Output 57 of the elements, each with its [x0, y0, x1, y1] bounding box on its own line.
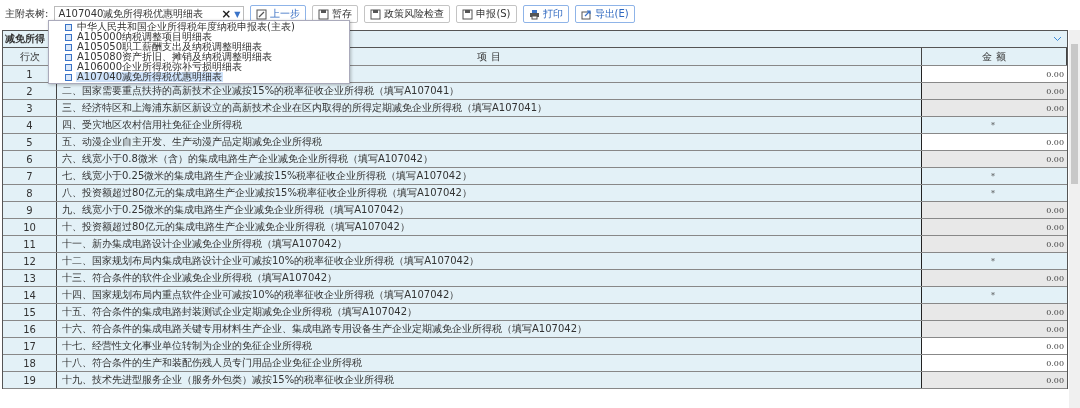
- tree-item[interactable]: A106000企业所得税弥补亏损明细表: [76, 62, 243, 72]
- toolbar-button[interactable]: 打印: [522, 5, 569, 23]
- row-number: 16: [3, 321, 57, 337]
- amount-cell: 0.00: [922, 270, 1067, 286]
- save-icon: [318, 8, 330, 20]
- row-number: 17: [3, 338, 57, 354]
- edit-icon: [256, 8, 268, 20]
- row-number: 15: [3, 304, 57, 320]
- toolbar-button[interactable]: 导出(E): [574, 5, 635, 23]
- tree-item[interactable]: A107040减免所得税优惠明细表: [76, 72, 223, 82]
- row-number: 10: [3, 219, 57, 235]
- row-number: 12: [3, 253, 57, 269]
- row-number: 4: [3, 117, 57, 133]
- row-number: 7: [3, 168, 57, 184]
- save-icon: [462, 8, 474, 20]
- column-header: 金 额: [922, 48, 1067, 65]
- caret-icon[interactable]: ▼: [234, 9, 241, 19]
- row-number: 11: [3, 236, 57, 252]
- amount-cell: 0.00: [922, 151, 1067, 167]
- amount-field[interactable]: 0.00: [922, 338, 1067, 354]
- amount-cell: 0.00: [922, 321, 1067, 337]
- tree-item[interactable]: A105000纳税调整项目明细表: [76, 32, 213, 42]
- scrollbar[interactable]: [1069, 30, 1080, 408]
- toolbar-button[interactable]: 政策风险检查: [364, 5, 451, 23]
- amount-cell: 0.00: [922, 219, 1067, 235]
- tree-item[interactable]: A105050职工薪酬支出及纳税调整明细表: [76, 42, 263, 52]
- printer-icon: [528, 8, 540, 20]
- row-number: 8: [3, 185, 57, 201]
- row-number: 5: [3, 134, 57, 150]
- amount-cell: 0.00: [922, 236, 1067, 252]
- row-number: 13: [3, 270, 57, 286]
- toolbar-button[interactable]: 申报(S): [456, 5, 517, 23]
- row-number: 18: [3, 355, 57, 371]
- amount-cell: 0.00: [922, 372, 1067, 388]
- row-number: 2: [3, 83, 57, 99]
- tree-label: 主附表树:: [5, 7, 49, 21]
- toolbar-button[interactable]: 暂存: [312, 5, 359, 23]
- amount-field[interactable]: 0.00: [922, 134, 1067, 150]
- amount-cell: 0.00: [922, 83, 1067, 99]
- toolbar-button[interactable]: 上一步: [250, 5, 307, 23]
- row-number: 6: [3, 151, 57, 167]
- section-title: 减免所得: [5, 32, 45, 46]
- amount-field[interactable]: 0.00: [922, 66, 1067, 82]
- row-number: 14: [3, 287, 57, 303]
- amount-cell: 0.00: [922, 304, 1067, 320]
- clear-button[interactable]: ×: [221, 7, 232, 21]
- row-number: 19: [3, 372, 57, 388]
- chevron-down-icon[interactable]: [1053, 36, 1062, 42]
- amount-cell: 0.00: [922, 202, 1067, 218]
- tree-item[interactable]: A105080资产折旧、摊销及纳税调整明细表: [76, 52, 273, 62]
- tree-item[interactable]: 中华人民共和国企业所得税年度纳税申报表(主表): [76, 22, 296, 32]
- row-number: 9: [3, 202, 57, 218]
- save-icon: [370, 8, 382, 20]
- amount-field[interactable]: 0.00: [922, 355, 1067, 371]
- export-icon: [580, 8, 592, 20]
- row-number: 3: [3, 100, 57, 116]
- amount-cell: 0.00: [922, 100, 1067, 116]
